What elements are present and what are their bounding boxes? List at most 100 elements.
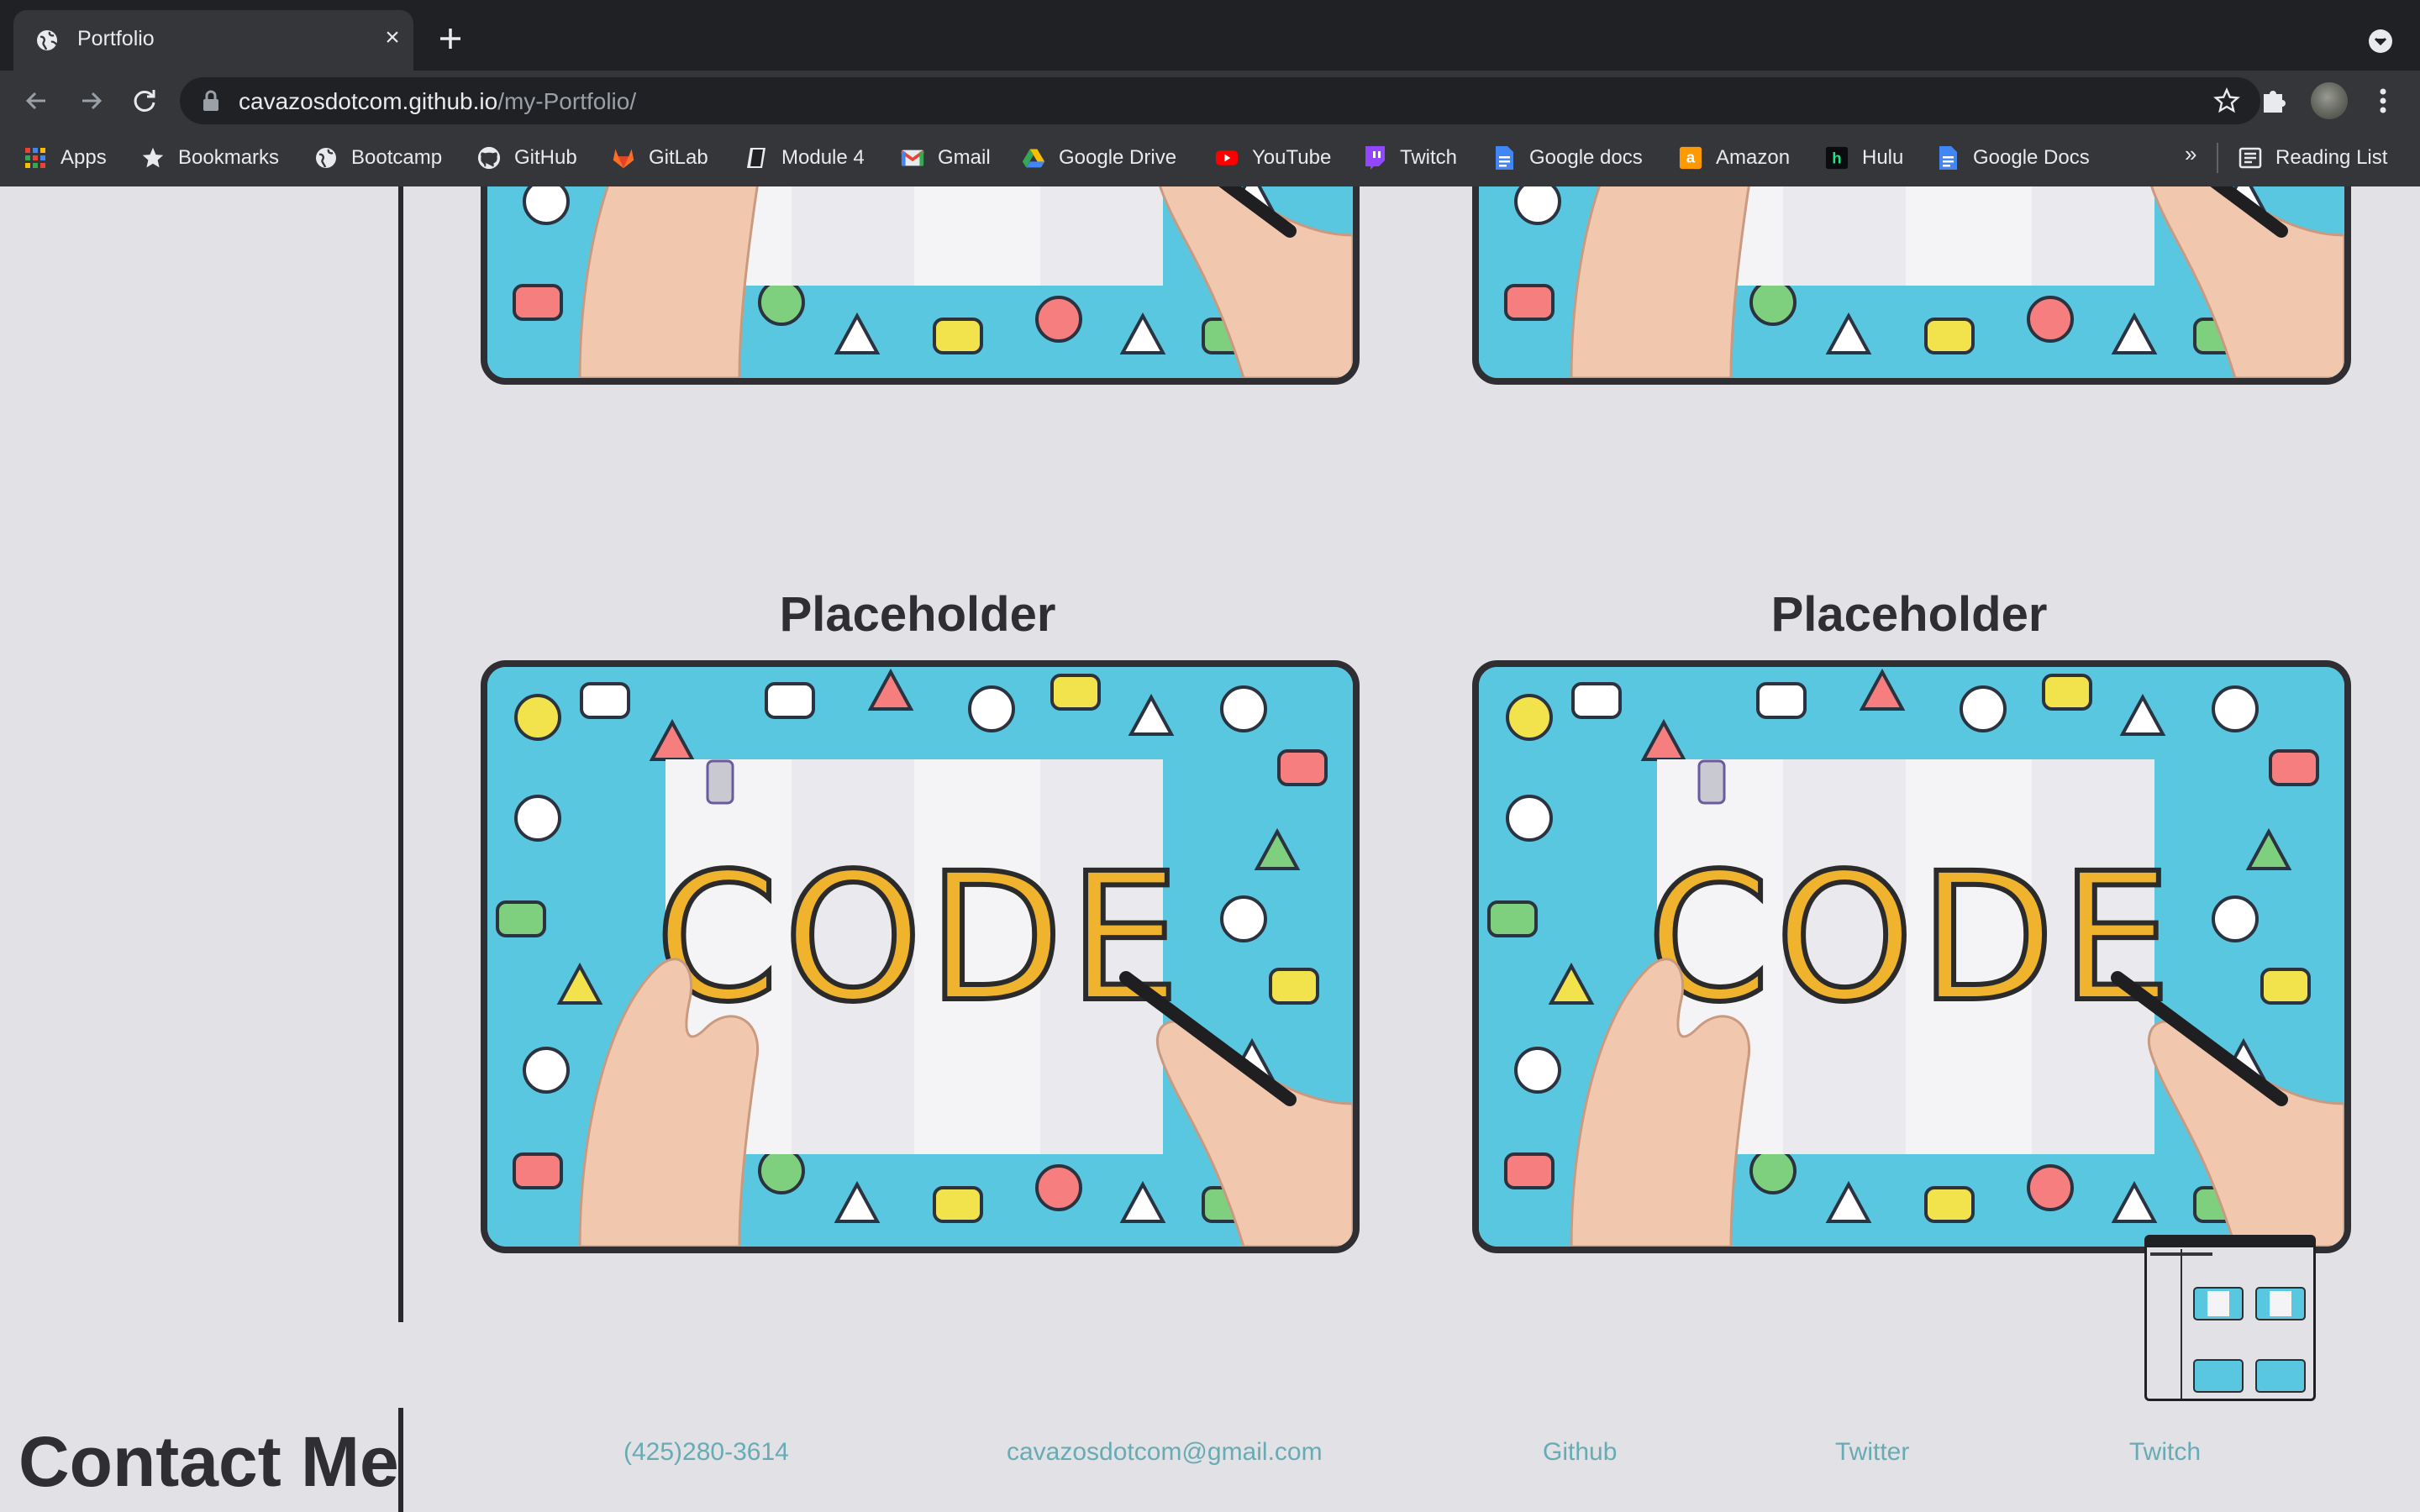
new-tab-icon[interactable] (434, 22, 467, 55)
close-tab-icon[interactable]: × (378, 24, 407, 52)
address-bar[interactable]: cavazosdotcom.github.io/my-Portfolio/ (180, 77, 2260, 124)
doodle-circle (758, 1147, 805, 1194)
doodle-bubble (1571, 682, 1622, 719)
bookmark-github[interactable]: GitHub (477, 143, 577, 173)
bookmark-hulu[interactable]: h Hulu (1825, 143, 1903, 173)
forward-icon[interactable] (74, 84, 108, 118)
bookmarks-divider (2217, 143, 2218, 173)
doodle-bubble (1487, 900, 1538, 937)
bookmark-apps[interactable]: Apps (24, 143, 107, 173)
url-path: /my-Portfolio/ (497, 88, 637, 114)
bookmark-label: Bootcamp (351, 146, 443, 169)
bookmark-bookmarks[interactable]: Bookmarks (141, 143, 279, 173)
back-icon[interactable] (20, 84, 54, 118)
paper-fold (2032, 186, 2154, 286)
screenshot-thumbnail[interactable] (2144, 1235, 2316, 1401)
bookmark-twitch[interactable]: Twitch (1363, 143, 1457, 173)
doodle-bubble (2269, 749, 2319, 786)
bookmark-youtube[interactable]: YouTube (1215, 143, 1331, 173)
gmail-icon (901, 146, 924, 170)
project-card[interactable]: CODE (481, 186, 1360, 385)
project-card[interactable]: CODE (1472, 186, 2351, 385)
contact-phone-link[interactable]: (425)280-3614 (623, 1438, 789, 1467)
doodle-bubble (2260, 968, 2311, 1005)
bookmark-google-docs-2[interactable]: Google Docs (1936, 143, 2090, 173)
github-icon (477, 146, 501, 170)
bookmark-module-4[interactable]: Module 4 (744, 143, 865, 173)
reading-list-button[interactable]: Reading List (2238, 143, 2387, 173)
browser-toolbar: cavazosdotcom.github.io/my-Portfolio/ (0, 71, 2420, 131)
bookmark-star-icon[interactable] (2213, 87, 2240, 114)
code-lettering: CODE (655, 835, 1185, 1041)
profile-avatar[interactable] (2311, 82, 2348, 119)
project-card[interactable]: CODE (481, 660, 1360, 1253)
section-divider-line (398, 186, 403, 1322)
contact-github-link[interactable]: Github (1543, 1438, 1617, 1467)
doodle-circle (514, 694, 561, 741)
bookmark-gitlab[interactable]: GitLab (612, 143, 708, 173)
bookmark-gmail[interactable]: Gmail (901, 143, 991, 173)
bookmark-bootcamp[interactable]: Bootcamp (314, 143, 442, 173)
apps-grid-icon (24, 146, 47, 170)
doodle-circle (523, 186, 570, 225)
doodle-circle (1749, 279, 1797, 326)
bookmark-label: Google Docs (1973, 146, 2090, 169)
doodle-bubble (933, 318, 983, 354)
contact-twitch-link[interactable]: Twitch (2129, 1438, 2201, 1467)
notebook-icon (744, 146, 768, 170)
bookmark-label: Google docs (1529, 146, 1643, 169)
doodle-bubble (1924, 1186, 1975, 1223)
doodle-bubble (1269, 968, 1319, 1005)
doodle-bubble (1050, 674, 1101, 711)
tab-search-icon[interactable] (2368, 29, 2393, 54)
globe-icon (314, 146, 338, 170)
doodle-bubble (580, 682, 630, 719)
doodle-bubble (513, 1152, 563, 1189)
contact-divider-line (398, 1408, 403, 1512)
doodle-circle (2027, 1164, 2074, 1211)
extensions-puzzle-icon[interactable] (2259, 84, 2291, 116)
reading-list-icon (2238, 146, 2262, 170)
bookmarks-overflow-button[interactable]: » (2185, 141, 2196, 167)
bookmarks-bar: Apps Bookmarks Bootcamp GitHub GitLab Mo… (0, 131, 2420, 188)
bookmark-google-docs-1[interactable]: Google docs (1492, 143, 1643, 173)
bookmark-amazon[interactable]: a Amazon (1679, 143, 1790, 173)
contact-twitter-link[interactable]: Twitter (1835, 1438, 1909, 1467)
doodle-bubble (513, 284, 563, 321)
project-card[interactable]: CODE (1472, 660, 2351, 1253)
code-doodle-image: CODE (487, 186, 1353, 378)
youtube-icon (1215, 146, 1239, 170)
bookmark-label: Module 4 (781, 146, 865, 169)
url-host: cavazosdotcom.github.io (239, 88, 498, 114)
hulu-icon: h (1825, 146, 1849, 170)
bookmark-google-drive[interactable]: Google Drive (1022, 143, 1176, 173)
lock-icon[interactable] (202, 89, 220, 113)
doodle-bubble (1277, 749, 1328, 786)
doodle-bubble (2042, 674, 2092, 711)
bookmark-label: GitLab (649, 146, 708, 169)
bookmark-label: Google Drive (1059, 146, 1177, 169)
doodle-bubble (1504, 284, 1555, 321)
doodle-circle (1506, 795, 1553, 842)
url-text: cavazosdotcom.github.io/my-Portfolio/ (239, 88, 636, 115)
star-icon (141, 146, 165, 170)
paper-clip (706, 759, 734, 805)
tab-portfolio[interactable]: Portfolio × (13, 10, 413, 71)
bookmark-label: Apps (60, 146, 107, 169)
doodle-bubble (496, 900, 546, 937)
doodle-circle (523, 1047, 570, 1094)
code-doodle-image: CODE (487, 667, 1353, 1247)
doodle-bubble (1756, 682, 1807, 719)
more-menu-icon[interactable] (2373, 84, 2393, 118)
doodle-circle (1514, 1047, 1561, 1094)
reload-icon[interactable] (128, 84, 161, 118)
bookmark-label: Bookmarks (178, 146, 280, 169)
contact-email-link[interactable]: cavazosdotcom@gmail.com (1007, 1438, 1323, 1467)
left-hand (1570, 186, 1750, 378)
twitch-icon (1363, 146, 1386, 170)
svg-text:h: h (1832, 150, 1841, 167)
bookmark-label: Gmail (938, 146, 991, 169)
paper-clip (1697, 759, 1726, 805)
gitlab-icon (612, 146, 635, 170)
doodle-bubble (1504, 1152, 1555, 1189)
